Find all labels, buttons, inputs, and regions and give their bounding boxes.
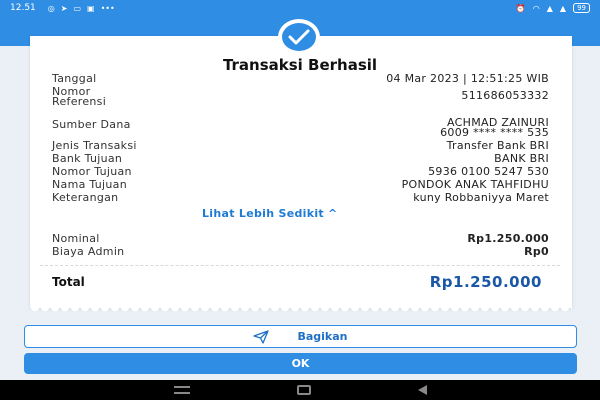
notification-icons: ◎ ➤ ▭ ▣ ••• <box>48 4 115 13</box>
detail-label: Nomor Referensi <box>52 85 107 108</box>
toggle-details-link[interactable]: Lihat Lebih Sedikit ^ <box>202 207 338 220</box>
amount-row-fee: Biaya Admin Rp0 <box>52 245 549 258</box>
amount-label: Biaya Admin <box>52 245 125 258</box>
home-icon[interactable] <box>296 385 311 395</box>
wifi-icon: ◠ <box>532 3 540 13</box>
total-value: Rp1.250.000 <box>429 273 542 291</box>
cell-signal-icon: ▲ <box>546 3 553 13</box>
detail-label: Tanggal <box>52 72 97 85</box>
recent-apps-icon[interactable] <box>173 386 190 394</box>
detail-row-note: Keterangan kuny Robbaniyya Maret <box>52 191 549 204</box>
amount-row-nominal: Nominal Rp1.250.000 <box>52 232 549 245</box>
detail-row-bank: Bank Tujuan BANK BRI <box>52 152 549 165</box>
signal-icon: ••• <box>100 3 115 13</box>
detail-label: Nomor Tujuan <box>52 165 132 178</box>
toggle-details-label: Lihat Lebih Sedikit <box>202 207 324 220</box>
detail-value: Transfer Bank BRI <box>446 139 549 152</box>
total-row: Total Rp1.250.000 <box>52 273 542 291</box>
telegram-icon: ➤ <box>60 3 68 13</box>
detail-row-recipient: Nama Tujuan PONDOK ANAK TAHFIDHU <box>52 178 549 191</box>
whatsapp-icon: ◎ <box>47 3 55 13</box>
detail-row-account-number: Nomor Tujuan 5936 0100 5247 530 <box>52 165 549 178</box>
share-button-label: Bagikan <box>297 330 348 343</box>
detail-value: PONDOK ANAK TAHFIDHU <box>401 178 549 191</box>
detail-label: Keterangan <box>52 191 119 204</box>
ok-button[interactable]: OK <box>24 353 577 374</box>
detail-label: Sumber Dana <box>52 118 131 131</box>
message-icon: ▭ <box>73 3 82 13</box>
detail-row-type: Jenis Transaksi Transfer Bank BRI <box>52 139 549 152</box>
success-check-icon <box>278 19 320 55</box>
transaction-details: Tanggal 04 Mar 2023 | 12:51:25 WIB Nomor… <box>52 72 549 204</box>
chevron-up-icon: ^ <box>327 207 338 220</box>
back-icon[interactable] <box>417 385 427 395</box>
detail-label: Nama Tujuan <box>52 178 127 191</box>
detail-value: 511686053332 <box>461 89 549 102</box>
detail-label: Bank Tujuan <box>52 152 123 165</box>
detail-value: 04 Mar 2023 | 12:51:25 WIB <box>386 72 549 85</box>
status-time: 12.51 <box>10 3 36 13</box>
battery-icon: 99 <box>573 3 590 13</box>
total-label: Total <box>52 275 85 289</box>
amount-details: Nominal Rp1.250.000 Biaya Admin Rp0 <box>52 232 549 258</box>
ok-button-label: OK <box>291 357 310 370</box>
news-icon: ▣ <box>87 3 95 13</box>
amount-value: Rp1.250.000 <box>467 232 549 245</box>
detail-row-source: Sumber Dana ACHMAD ZAINURI 6009 **** ***… <box>52 117 549 139</box>
detail-value: kuny Robbaniyya Maret <box>413 191 549 204</box>
status-bar: 12.51 ◎ ➤ ▭ ▣ ••• ⏰ ◠ ▲ ▲ 99 <box>0 0 600 16</box>
alarm-icon: ⏰ <box>515 3 526 13</box>
cell-signal-2-icon: ▲ <box>559 3 567 13</box>
detail-value-account: 6009 **** **** 535 <box>440 126 549 139</box>
detail-value: BANK BRI <box>494 152 549 165</box>
detail-row-date: Tanggal 04 Mar 2023 | 12:51:25 WIB <box>52 72 549 85</box>
share-button[interactable]: Bagikan <box>24 325 577 348</box>
system-icons: ⏰ ◠ ▲ ▲ 99 <box>516 3 590 13</box>
detail-value: 5936 0100 5247 530 <box>428 165 549 178</box>
amount-value: Rp0 <box>524 245 549 258</box>
detail-row-reference: Nomor Referensi 511686053332 <box>52 85 549 108</box>
amount-label: Nominal <box>52 232 100 245</box>
detail-value-group: ACHMAD ZAINURI 6009 **** **** 535 <box>440 117 549 139</box>
detail-label: Jenis Transaksi <box>52 139 137 152</box>
dashed-divider <box>40 265 560 266</box>
system-nav-bar <box>0 380 600 400</box>
send-icon <box>253 329 270 344</box>
